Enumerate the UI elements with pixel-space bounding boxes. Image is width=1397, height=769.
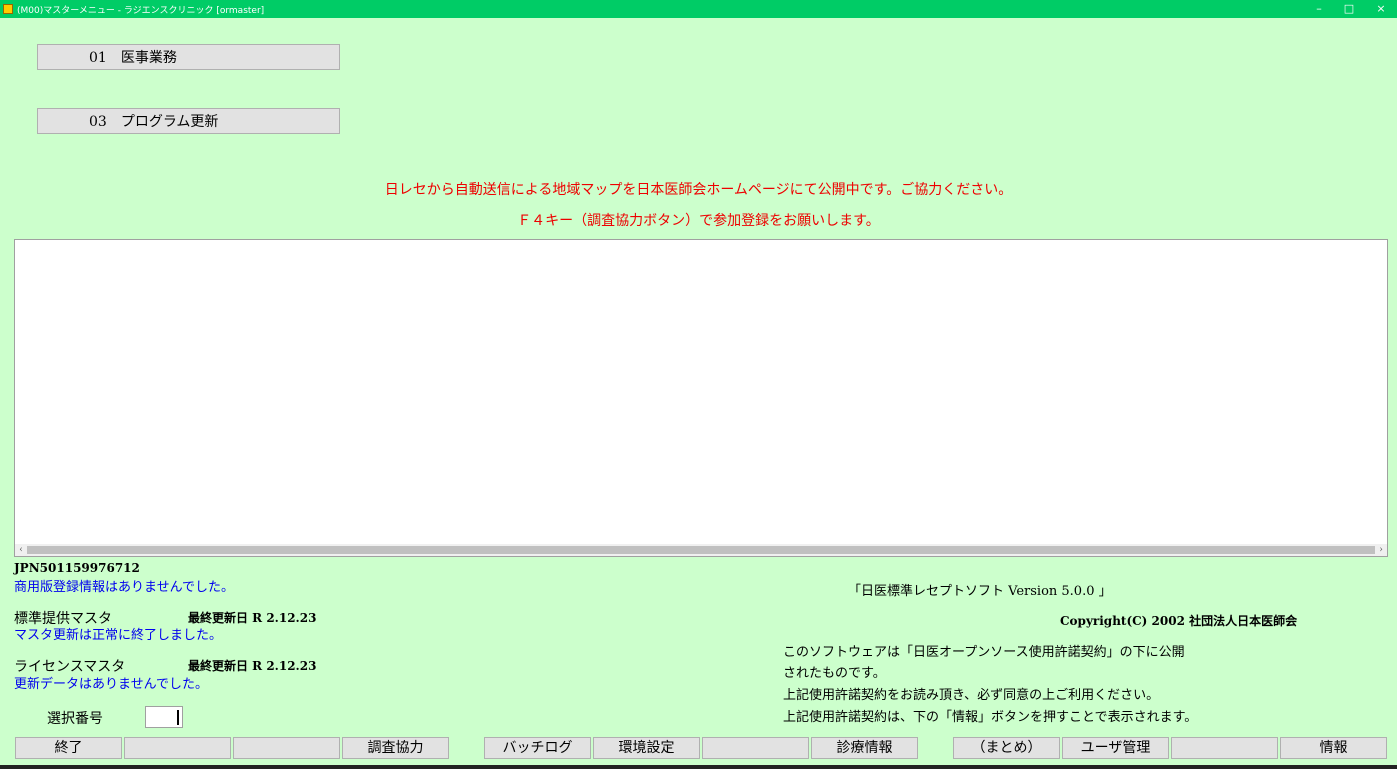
f9-summary-button[interactable]: （まとめ）	[953, 737, 1060, 759]
commercial-status: 商用版登録情報はありませんでした。	[14, 580, 234, 595]
license-text-4: 上記使用許諾契約は、下の「情報」ボタンを押すことで表示されます。	[783, 710, 1198, 725]
window-title: (M00)マスターメニュー - ラジエンスクリニック [ormaster]	[17, 5, 265, 16]
text-caret	[177, 710, 179, 725]
f12-info-button[interactable]: 情報	[1280, 737, 1387, 759]
f11-button[interactable]	[1171, 737, 1278, 759]
f7-button[interactable]	[702, 737, 809, 759]
f6-settings-button[interactable]: 環境設定	[593, 737, 700, 759]
maximize-button[interactable]: □	[1334, 0, 1364, 18]
scrollbar-thumb[interactable]	[27, 546, 1375, 554]
f2-button[interactable]	[124, 737, 231, 759]
horizontal-scrollbar[interactable]: ‹ ›	[15, 544, 1387, 556]
f1-end-button[interactable]: 終了	[15, 737, 122, 759]
license-text-2: されたものです。	[783, 666, 886, 681]
notice-line-2: Ｆ４キー（調査協力ボタン）で参加登録をお願いします。	[517, 213, 880, 229]
jpn-id: JPN501159976712	[14, 561, 140, 575]
scroll-left-icon[interactable]: ‹	[15, 544, 27, 556]
title-bar: (M00)マスターメニュー - ラジエンスクリニック [ormaster] – …	[0, 0, 1397, 18]
version-text: 「日医標準レセプトソフト Version 5.0.0 」	[848, 584, 1112, 599]
scroll-right-icon[interactable]: ›	[1375, 544, 1387, 556]
license-text-3: 上記使用許諾契約をお読み頂き、必ず同意の上ご利用ください。	[783, 688, 1160, 703]
close-button[interactable]: ×	[1366, 0, 1396, 18]
license-text-1: このソフトウェアは「日医オープンソース使用許諾契約」の下に公開	[783, 645, 1185, 660]
bottom-border	[0, 765, 1397, 769]
app-icon	[3, 4, 13, 14]
minimize-button[interactable]: –	[1304, 0, 1334, 18]
f3-button[interactable]	[233, 737, 340, 759]
select-number-label: 選択番号	[47, 711, 103, 727]
f4-survey-button[interactable]: 調査協力	[342, 737, 449, 759]
license-master-date: 最終更新日 R 2.12.23	[188, 659, 317, 673]
f8-medical-info-button[interactable]: 診療情報	[811, 737, 918, 759]
f10-user-admin-button[interactable]: ユーザ管理	[1062, 737, 1169, 759]
message-text-area[interactable]: ‹ ›	[14, 239, 1388, 557]
f5-batch-log-button[interactable]: バッチログ	[484, 737, 591, 759]
select-number-input[interactable]	[145, 706, 183, 728]
notice-line-1: 日レセから自動送信による地域マップを日本医師会ホームページにて公開中です。ご協力…	[384, 182, 1013, 198]
standard-master-status: マスタ更新は正常に終了しました。	[14, 628, 223, 643]
menu-button-iji-gyomu[interactable]: 01 医事業務	[37, 44, 340, 70]
menu-button-program-update[interactable]: 03 プログラム更新	[37, 108, 340, 134]
copyright-text: Copyright(C) 2002 社団法人日本医師会	[1060, 614, 1298, 628]
license-master-status: 更新データはありませんでした。	[14, 677, 208, 692]
